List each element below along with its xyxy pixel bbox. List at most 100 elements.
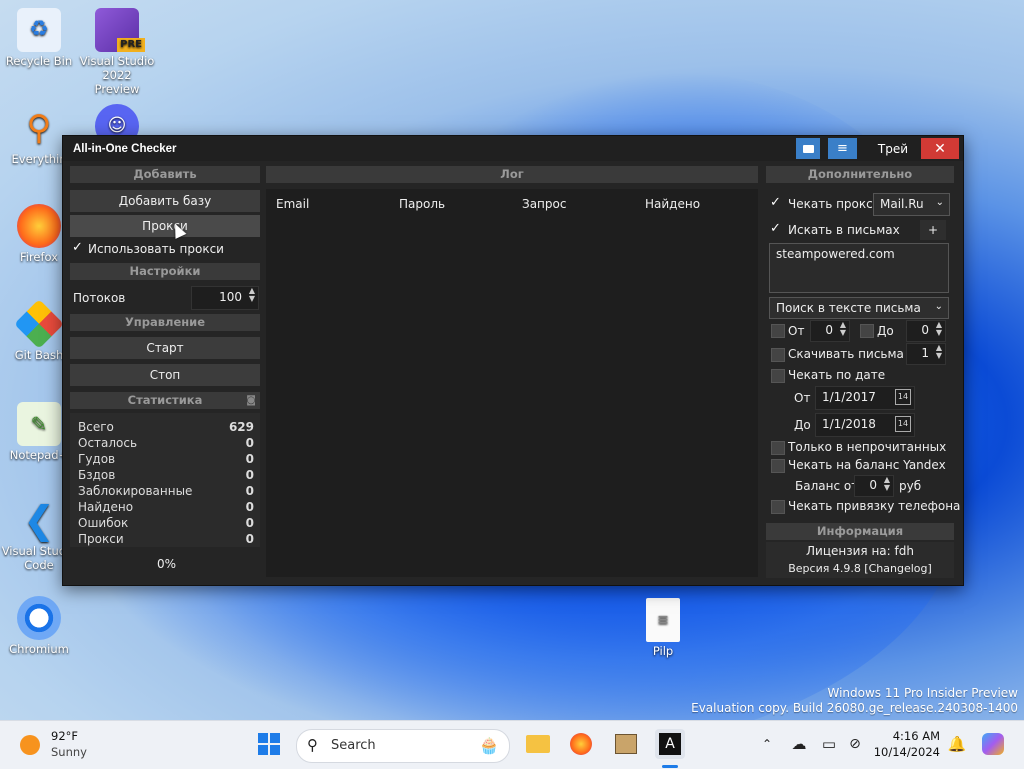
check-by-date-checkbox[interactable] bbox=[771, 369, 785, 383]
stepper-arrows-icon[interactable]: ▲ ▼ bbox=[936, 321, 942, 337]
document-icon: ≡ bbox=[646, 598, 680, 642]
download-mail-stepper[interactable]: 1 ▲ ▼ bbox=[906, 343, 946, 365]
close-button[interactable]: ✕ bbox=[921, 138, 959, 159]
info-panel: Лицензия на: fdh Версия 4.9.8 [Changelog… bbox=[766, 542, 954, 578]
threads-stepper[interactable]: 100 ▲ ▼ bbox=[191, 286, 259, 310]
copilot-icon[interactable] bbox=[978, 729, 1008, 759]
tray-button[interactable]: Трей bbox=[867, 138, 919, 159]
to-checkbox[interactable] bbox=[860, 324, 874, 338]
use-proxy-checkbox[interactable] bbox=[72, 240, 84, 255]
tray-network-icon[interactable]: ☁ bbox=[784, 729, 814, 759]
app-window: All-in-One Checker ≡ Трей ✕ Добавить Доб… bbox=[62, 135, 964, 586]
stat-value: 0 bbox=[245, 484, 254, 498]
stat-row: Гудов 0 bbox=[78, 452, 254, 468]
desktop-icon-recycle-bin[interactable]: ♻ Recycle Bin bbox=[1, 8, 77, 68]
window-title: All-in-One Checker bbox=[73, 142, 177, 155]
date-from-picker[interactable]: 1/1/2017 14 bbox=[815, 386, 915, 410]
desktop-icon-label: Firefox bbox=[19, 250, 59, 264]
taskbar-search[interactable]: ⚲ Search 🧁 bbox=[296, 729, 510, 763]
desktop-icon-chromium[interactable]: Chromium bbox=[1, 596, 77, 656]
sun-icon bbox=[20, 735, 40, 755]
check-by-date-label: Чекать по дате bbox=[788, 368, 886, 382]
camera-icon[interactable]: ◙ bbox=[246, 392, 256, 409]
weather-widget[interactable]: 92°F Sunny bbox=[18, 729, 108, 761]
start-button[interactable] bbox=[254, 729, 284, 759]
clock-date[interactable]: 10/14/2024 bbox=[870, 745, 940, 759]
check-proxy-label: Чекать прокси bbox=[788, 197, 881, 211]
folder-icon bbox=[526, 735, 550, 753]
from-checkbox[interactable] bbox=[771, 324, 785, 338]
stats-section-header: Статистика ◙ bbox=[70, 392, 260, 409]
stat-row: Осталось 0 bbox=[78, 436, 254, 452]
date-to-label: До bbox=[794, 418, 811, 432]
mail-provider-select[interactable]: Mail.Ru ⌄ bbox=[873, 193, 950, 216]
chevron-down-icon: ⌄ bbox=[935, 197, 944, 208]
stop-button[interactable]: Стоп bbox=[70, 364, 260, 386]
stat-label: Найдено bbox=[78, 500, 134, 514]
log-column-password[interactable]: Пароль bbox=[399, 197, 445, 211]
desktop-icon-pilp[interactable]: ≡ Pilp bbox=[625, 598, 701, 658]
stepper-arrows-icon[interactable]: ▲ ▼ bbox=[840, 321, 846, 337]
search-icon: ⚲ bbox=[307, 736, 318, 754]
search-in-mail-checkbox[interactable] bbox=[770, 221, 782, 236]
log-column-found[interactable]: Найдено bbox=[645, 197, 700, 211]
settings-section-header: Настройки bbox=[70, 263, 260, 280]
start-button[interactable]: Старт bbox=[70, 337, 260, 359]
version-link[interactable]: Версия 4.9.8 [Changelog] bbox=[766, 562, 954, 575]
to-stepper[interactable]: 0 ▲ ▼ bbox=[906, 320, 946, 342]
firefox-icon bbox=[17, 204, 61, 248]
check-yandex-checkbox[interactable] bbox=[771, 459, 785, 473]
stat-row: Бздов 0 bbox=[78, 468, 254, 484]
stepper-arrows-icon[interactable]: ▲ ▼ bbox=[884, 476, 890, 492]
stat-row: Прокси 0 bbox=[78, 532, 254, 548]
git-bash-icon bbox=[14, 299, 64, 349]
taskbar-app-box[interactable] bbox=[611, 729, 641, 759]
date-to-picker[interactable]: 1/1/2018 14 bbox=[815, 413, 915, 437]
desktop-icon-label: Everythin bbox=[11, 152, 67, 166]
search-text-area[interactable]: steampowered.com bbox=[769, 243, 949, 293]
stat-value: 629 bbox=[228, 420, 254, 434]
only-unread-checkbox[interactable] bbox=[771, 441, 785, 455]
clock-time[interactable]: 4:16 AM bbox=[870, 729, 940, 743]
from-stepper[interactable]: 0 ▲ ▼ bbox=[810, 320, 850, 342]
mail-provider-value: Mail.Ru bbox=[880, 197, 924, 211]
stats-header-label: Статистика bbox=[127, 393, 203, 407]
add-search-button[interactable]: + bbox=[920, 220, 946, 240]
proxy-button[interactable]: Прокси bbox=[70, 215, 260, 237]
hamburger-icon: ≡ bbox=[837, 141, 848, 156]
weather-temp: 92°F bbox=[51, 729, 78, 743]
taskbar-firefox[interactable] bbox=[566, 729, 596, 759]
firefox-icon bbox=[570, 733, 592, 755]
recycle-bin-icon: ♻ bbox=[17, 8, 61, 52]
check-proxy-checkbox[interactable] bbox=[770, 195, 782, 210]
menu-button[interactable]: ≡ bbox=[828, 138, 857, 159]
folder-icon bbox=[802, 144, 814, 153]
balance-stepper[interactable]: 0 ▲ ▼ bbox=[854, 475, 894, 497]
desktop-icon-visual-studio-2022[interactable]: PRE Visual Studio 2022 Preview bbox=[79, 8, 155, 96]
calendar-icon[interactable]: 14 bbox=[895, 389, 911, 405]
desktop-icon-label: Pilp bbox=[652, 644, 674, 658]
balance-unit-label: руб bbox=[899, 479, 922, 493]
download-mail-checkbox[interactable] bbox=[771, 348, 785, 362]
stepper-arrows-icon[interactable]: ▲ ▼ bbox=[936, 344, 942, 360]
add-section-header: Добавить bbox=[70, 166, 260, 183]
date-to-value: 1/1/2018 bbox=[822, 417, 876, 431]
add-base-button[interactable]: Добавить базу bbox=[70, 190, 260, 212]
tray-sound-icon[interactable]: ⊘ bbox=[840, 729, 870, 759]
folder-button[interactable] bbox=[796, 138, 820, 159]
taskbar-aio-checker[interactable]: A bbox=[655, 729, 685, 759]
log-column-email[interactable]: Email bbox=[276, 197, 309, 211]
tray-overflow-chevron-icon[interactable]: ⌃ bbox=[752, 729, 782, 759]
stepper-arrows-icon[interactable]: ▲ ▼ bbox=[249, 287, 255, 303]
watermark-line2: Evaluation copy. Build 26080.ge_release.… bbox=[691, 701, 1018, 715]
calendar-icon[interactable]: 14 bbox=[895, 416, 911, 432]
log-column-request[interactable]: Запрос bbox=[522, 197, 566, 211]
notepad-plus-icon: ✎ bbox=[17, 402, 61, 446]
notification-bell-icon[interactable]: 🔔 bbox=[942, 729, 972, 759]
stat-value: 0 bbox=[245, 500, 254, 514]
log-table[interactable]: Email Пароль Запрос Найдено bbox=[266, 189, 758, 577]
check-phone-checkbox[interactable] bbox=[771, 500, 785, 514]
search-mode-select[interactable]: Поиск в тексте письма ⌄ bbox=[769, 297, 949, 319]
visual-studio-icon: PRE bbox=[95, 8, 145, 52]
taskbar-file-explorer[interactable] bbox=[523, 729, 553, 759]
